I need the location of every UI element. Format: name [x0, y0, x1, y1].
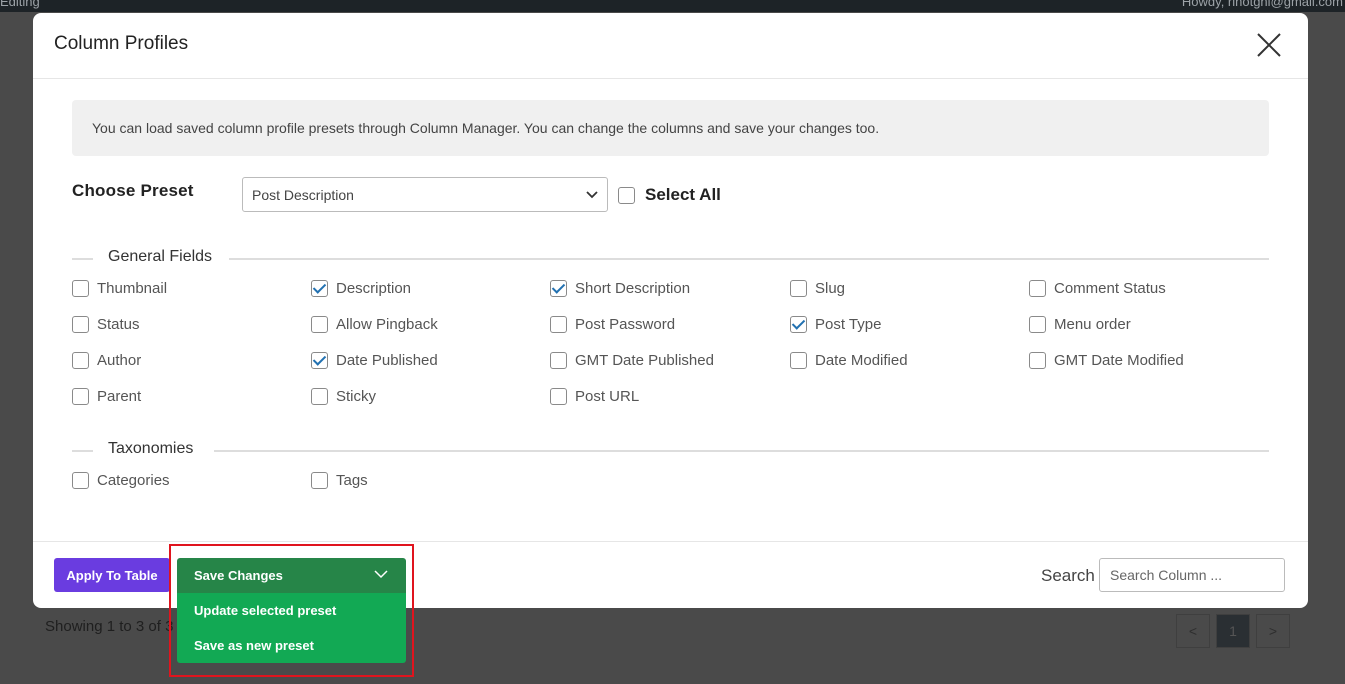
field-menu-order[interactable]: Menu order — [1029, 316, 1131, 333]
checkbox[interactable] — [790, 316, 807, 333]
field-label: Thumbnail — [97, 280, 168, 297]
checkbox[interactable] — [550, 352, 567, 369]
field-parent[interactable]: Parent — [72, 388, 141, 405]
checkbox[interactable] — [311, 352, 328, 369]
field-label: Allow Pingback — [336, 316, 438, 333]
save-changes-menu: Update selected preset Save as new prese… — [177, 593, 406, 663]
pager-page-button[interactable]: 1 — [1216, 614, 1250, 648]
field-label: Comment Status — [1054, 280, 1166, 297]
field-date-modified[interactable]: Date Modified — [790, 352, 908, 369]
field-label: Tags — [336, 472, 368, 489]
checkbox[interactable] — [72, 280, 89, 297]
save-changes-dropdown: Save Changes Update selected preset Save… — [177, 558, 406, 663]
section-title: Taxonomies — [108, 440, 194, 458]
field-categories[interactable]: Categories — [72, 472, 170, 489]
checkbox[interactable] — [1029, 352, 1046, 369]
field-label: GMT Date Modified — [1054, 352, 1184, 369]
apply-to-table-button[interactable]: Apply To Table — [54, 558, 170, 592]
field-label: Description — [336, 280, 412, 297]
close-icon[interactable] — [1256, 32, 1282, 58]
checkbox[interactable] — [72, 316, 89, 333]
field-label: Post Type — [815, 316, 882, 333]
select-all-checkbox[interactable]: Select All — [618, 185, 721, 205]
save-changes-button[interactable]: Save Changes — [177, 558, 406, 593]
field-label: Slug — [815, 280, 846, 297]
admin-topbar: Editing Howdy, rinotgni@gmail.com — [0, 0, 1345, 12]
field-label: GMT Date Published — [575, 352, 714, 369]
chevron-down-icon — [586, 191, 598, 199]
field-label: Post Password — [575, 316, 676, 333]
field-thumbnail[interactable]: Thumbnail — [72, 280, 167, 297]
modal-title: Column Profiles — [54, 33, 189, 54]
field-post-url[interactable]: Post URL — [550, 388, 639, 405]
info-message: You can load saved column profile preset… — [72, 100, 1269, 156]
field-label: Date Modified — [815, 352, 908, 369]
divider — [72, 258, 93, 260]
field-date-published[interactable]: Date Published — [311, 352, 438, 369]
field-label: Menu order — [1054, 316, 1131, 333]
checkbox[interactable] — [550, 280, 567, 297]
field-sticky[interactable]: Sticky — [311, 388, 376, 405]
menu-item-update-preset[interactable]: Update selected preset — [177, 593, 406, 628]
checkbox[interactable] — [550, 316, 567, 333]
checkbox[interactable] — [311, 388, 328, 405]
field-label: Author — [97, 352, 142, 369]
pager-next-button[interactable]: > — [1256, 614, 1290, 648]
checkbox[interactable] — [311, 316, 328, 333]
field-post-password[interactable]: Post Password — [550, 316, 675, 333]
field-gmt-date-modified[interactable]: GMT Date Modified — [1029, 352, 1184, 369]
preset-select-value: Post Description — [252, 187, 354, 203]
checkbox[interactable] — [790, 352, 807, 369]
search-column-input[interactable] — [1099, 558, 1285, 592]
choose-preset-label: Choose Preset — [72, 181, 194, 200]
checkbox[interactable] — [311, 472, 328, 489]
field-short-description[interactable]: Short Description — [550, 280, 690, 297]
field-label: Short Description — [575, 280, 691, 297]
select-all-label: Select All — [645, 185, 721, 204]
general-fields-header: General Fields — [72, 248, 1269, 268]
field-comment-status[interactable]: Comment Status — [1029, 280, 1166, 297]
divider — [72, 450, 93, 452]
checkbox[interactable] — [1029, 280, 1046, 297]
checkbox[interactable] — [72, 472, 89, 489]
select-all-box[interactable] — [618, 186, 635, 204]
field-post-type[interactable]: Post Type — [790, 316, 881, 333]
checkbox[interactable] — [72, 388, 89, 405]
topbar-user-text: Howdy, rinotgni@gmail.com — [1181, 0, 1343, 9]
field-allow-pingback[interactable]: Allow Pingback — [311, 316, 438, 333]
field-tags[interactable]: Tags — [311, 472, 368, 489]
menu-item-save-new-preset[interactable]: Save as new preset — [177, 628, 406, 663]
showing-count-text: Showing 1 to 3 of 3 — [45, 618, 174, 635]
checkbox[interactable] — [550, 388, 567, 405]
field-description[interactable]: Description — [311, 280, 411, 297]
divider — [229, 258, 1269, 260]
field-label: Post URL — [575, 388, 640, 405]
field-label: Parent — [97, 388, 142, 405]
checkbox[interactable] — [790, 280, 807, 297]
field-label: Categories — [97, 472, 170, 489]
field-status[interactable]: Status — [72, 316, 140, 333]
field-slug[interactable]: Slug — [790, 280, 845, 297]
column-profiles-modal: Column Profiles You can load saved colum… — [33, 13, 1308, 608]
checkbox[interactable] — [311, 280, 328, 297]
checkbox[interactable] — [1029, 316, 1046, 333]
preset-select[interactable]: Post Description — [242, 177, 608, 212]
section-title: General Fields — [108, 248, 213, 266]
search-label: Search — [1041, 566, 1095, 585]
save-changes-label: Save Changes — [194, 568, 283, 583]
modal-header: Column Profiles — [33, 13, 1308, 79]
field-label: Status — [97, 316, 140, 333]
field-label: Sticky — [336, 388, 377, 405]
chevron-down-icon — [374, 570, 388, 579]
pager-prev-button[interactable]: < — [1176, 614, 1210, 648]
checkbox[interactable] — [72, 352, 89, 369]
field-label: Date Published — [336, 352, 438, 369]
field-gmt-date-published[interactable]: GMT Date Published — [550, 352, 714, 369]
topbar-editing-text: Editing — [0, 0, 40, 9]
divider — [214, 450, 1269, 452]
taxonomies-header: Taxonomies — [72, 440, 1269, 460]
field-author[interactable]: Author — [72, 352, 141, 369]
